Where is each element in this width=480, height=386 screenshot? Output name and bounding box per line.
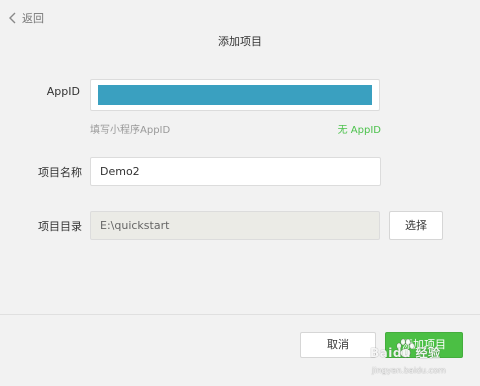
appid-label: AppID: [46, 85, 80, 98]
project-dir-label: 项目目录: [38, 220, 82, 233]
page-title: 添加项目: [218, 35, 262, 48]
project-name-input[interactable]: Demo2: [90, 157, 381, 186]
appid-redaction: [98, 85, 372, 105]
chevron-left-icon: [9, 12, 16, 24]
add-project-dialog: 返回 添加项目 AppID 填写小程序AppID 无 AppID 项目名称 De…: [0, 0, 480, 386]
appid-input[interactable]: [90, 79, 380, 111]
back-label: 返回: [22, 12, 44, 25]
footer-divider: [0, 314, 480, 315]
project-name-label: 项目名称: [38, 166, 82, 179]
appid-hint: 填写小程序AppID: [90, 125, 171, 136]
choose-dir-button[interactable]: 选择: [389, 211, 443, 240]
add-project-button[interactable]: 添加项目: [385, 332, 463, 358]
cancel-button[interactable]: 取消: [300, 332, 376, 358]
back-button[interactable]: 返回: [8, 10, 44, 26]
project-dir-input: E:\quickstart: [90, 211, 380, 240]
no-appid-link[interactable]: 无 AppID: [338, 121, 381, 136]
watermark-subtext: jingyan.baidu.com: [372, 366, 446, 375]
